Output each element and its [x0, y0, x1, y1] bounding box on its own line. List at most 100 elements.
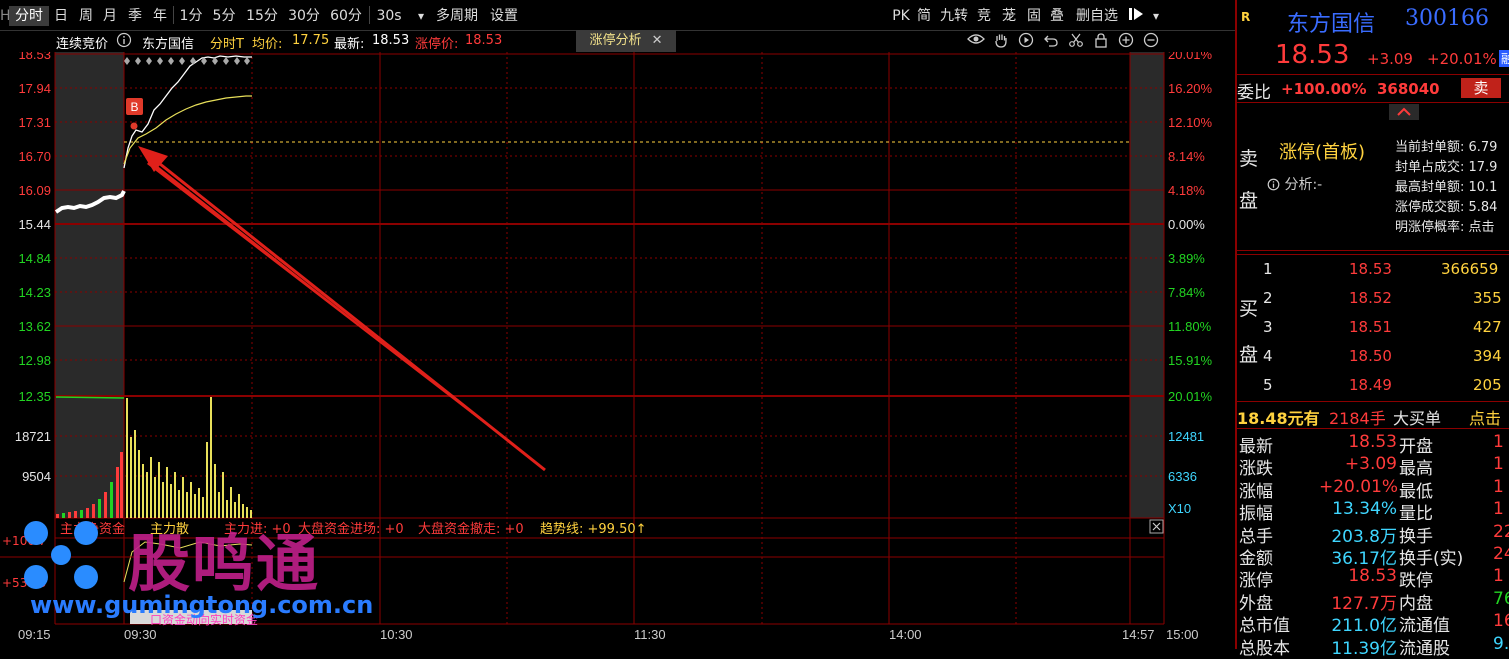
bid-volume: 205	[1473, 376, 1502, 394]
tab-quarter[interactable]: 季	[126, 6, 144, 26]
settings-button[interactable]: 设置	[488, 6, 520, 26]
jiuzhuan-button[interactable]: 九转	[937, 6, 971, 26]
right-axis-tick: 20.01%	[1168, 52, 1213, 62]
panel-change-pct: +20.01%	[1427, 50, 1497, 68]
volume-axis-tick: 9504	[22, 469, 51, 484]
annotation-arrow	[138, 146, 546, 472]
right-axis-tick: 11.80%	[1168, 319, 1212, 334]
lock-icon[interactable]	[1092, 32, 1110, 50]
stat-value: 1	[1493, 432, 1504, 452]
left-axis-tick: 17.31	[18, 115, 51, 130]
buy-side-label-1: 买	[1239, 298, 1259, 320]
overlay-button[interactable]: 叠	[1048, 6, 1066, 26]
period-dropdown-icon[interactable]: ▾	[414, 6, 428, 26]
stat-value: 22	[1493, 521, 1509, 542]
panel-change: +3.09	[1367, 50, 1413, 68]
quote-info-bar: 连续竞价 东方国信 分时T 均价: 17.75 最新: 18.53 涨停价: 1…	[0, 30, 1235, 52]
tab-day[interactable]: 日	[52, 6, 70, 26]
info-circle-icon[interactable]	[116, 32, 132, 52]
right-axis-tick: 3.89%	[1168, 251, 1205, 266]
buy-signal-label: B	[130, 100, 138, 114]
tab-5min[interactable]: 5分	[210, 6, 238, 26]
remove-watchlist-button[interactable]: 删自选	[1071, 6, 1123, 26]
bid-volume: 394	[1473, 347, 1502, 365]
tab-fenshi[interactable]: 分时	[9, 6, 49, 26]
collapse-panel-icon[interactable]	[1126, 6, 1146, 26]
fix-button[interactable]: 固	[1025, 6, 1043, 26]
undo-icon[interactable]	[1042, 32, 1060, 50]
avg-price-label: 均价:	[252, 37, 283, 52]
limit-price-value: 18.53	[465, 33, 503, 48]
bid-price: 18.53	[1349, 260, 1392, 278]
sell-button[interactable]: 卖	[1461, 78, 1501, 98]
tab-month[interactable]: 月	[101, 6, 119, 26]
stat-key: 振幅	[1239, 504, 1273, 525]
quote-side-panel: R 东方国信 300166 18.53 +3.09 +20.01% 融 委比 +…	[1235, 0, 1509, 659]
left-edge-mark: H	[0, 8, 11, 24]
volume-axis-tick-right: 6336	[1168, 469, 1197, 484]
avg-price-value: 17.75	[292, 33, 330, 48]
bid-volume: 355	[1473, 289, 1502, 307]
stat-value: 1	[1493, 476, 1504, 497]
zoom-out-icon[interactable]	[1142, 32, 1160, 50]
time-tick: 09:15	[18, 627, 51, 642]
stat-value: 11.39亿	[1331, 638, 1397, 659]
tab-week[interactable]: 周	[77, 6, 95, 26]
left-axis-tick: 16.09	[18, 183, 51, 198]
stat-value: +20.01%	[1319, 476, 1399, 497]
stat-key: 开盘	[1399, 437, 1433, 457]
limit-stat: 明涨停概率: 点击	[1395, 220, 1495, 235]
big-order-price: 18.48元有	[1237, 409, 1320, 428]
big-order-qty: 2184手	[1329, 409, 1386, 428]
tab-year[interactable]: 年	[151, 6, 169, 26]
tab-15min[interactable]: 15分	[244, 6, 280, 26]
stat-key: 量比	[1399, 504, 1433, 525]
bid-level: 5	[1263, 376, 1273, 394]
right-axis-tick: 16.20%	[1168, 81, 1213, 96]
limit-status-title: 涨停(首板)	[1279, 142, 1366, 163]
auction-button[interactable]: 竞	[975, 6, 993, 26]
bid-level: 3	[1263, 318, 1273, 336]
stat-key: 最高	[1399, 459, 1433, 480]
bid-level: 2	[1263, 289, 1273, 307]
chou-button[interactable]: 茏	[1000, 6, 1018, 26]
panel-stock-name: 东方国信	[1287, 12, 1376, 37]
right-axis-tick: 12.10%	[1168, 115, 1213, 130]
pk-button[interactable]: PK	[890, 6, 912, 26]
stat-value: 18.53	[1348, 566, 1397, 587]
weibi-label: 委比	[1237, 83, 1271, 103]
expand-up-icon[interactable]	[1389, 104, 1419, 120]
stat-value: 18.53	[1348, 432, 1397, 452]
weibi-volume: 368040	[1377, 80, 1440, 98]
right-axis-tick: 15.91%	[1168, 353, 1213, 368]
left-axis-tick: 18.53	[18, 52, 51, 62]
left-axis-tick: 12.98	[18, 353, 51, 368]
hand-icon[interactable]	[992, 32, 1010, 50]
tab-1min[interactable]: 1分	[177, 6, 205, 26]
eye-icon[interactable]	[967, 32, 985, 50]
big-order-click[interactable]: 点击	[1469, 405, 1501, 429]
sell-side-label-2: 盘	[1239, 190, 1259, 212]
stat-key: 总手	[1239, 526, 1273, 547]
time-tick: 10:30	[380, 627, 413, 642]
simple-button[interactable]: 简	[915, 6, 933, 26]
panel-last-price: 18.53	[1275, 40, 1350, 70]
close-icon[interactable]: ✕	[652, 33, 663, 48]
zoom-in-icon[interactable]	[1117, 32, 1135, 50]
tab-30min[interactable]: 30分	[286, 6, 322, 26]
stat-value: 36.17亿	[1331, 549, 1397, 569]
multi-period-button[interactable]: 多周期	[432, 6, 482, 26]
right-axis-tick: 8.14%	[1168, 149, 1205, 164]
play-icon[interactable]	[1017, 32, 1035, 50]
tab-30s[interactable]: 30s	[374, 6, 404, 26]
scissors-icon[interactable]	[1067, 32, 1085, 50]
stat-key: 涨停	[1239, 571, 1273, 592]
time-tick: 09:30	[124, 627, 157, 642]
analysis-row[interactable]: 分析:-	[1267, 174, 1322, 194]
tab-60min[interactable]: 60分	[328, 6, 364, 26]
percent-axis-right: 20.01% 16.20% 12.10% 8.14% 4.18% 0.00% 3…	[1168, 52, 1213, 516]
price-axis-left: 18.53 17.94 17.31 16.70 16.09 15.44 14.8…	[15, 52, 51, 484]
more-dropdown-icon[interactable]: ▾	[1148, 6, 1164, 26]
limit-price-label: 涨停价:	[415, 37, 459, 52]
limit-analysis-tab[interactable]: 涨停分析 ✕	[576, 30, 676, 52]
